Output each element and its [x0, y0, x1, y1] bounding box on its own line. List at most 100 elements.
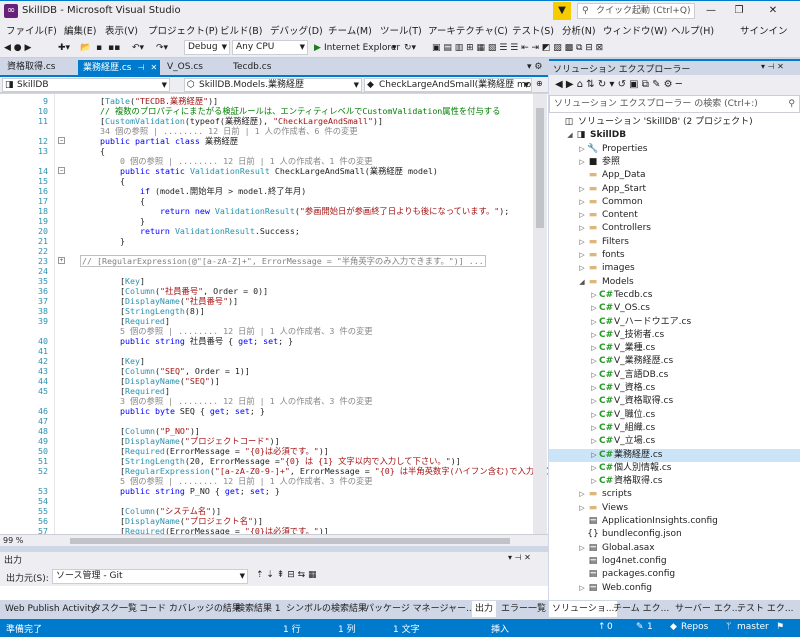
repo-icon[interactable]: ◆	[670, 622, 677, 632]
zoom-level[interactable]: 99 %	[3, 535, 23, 546]
tab-server-explorer[interactable]: サーバー エク...	[672, 601, 743, 617]
tree-node[interactable]: {} bundleconfig.json	[549, 528, 800, 541]
tree-node[interactable]: ▷ ▬ Views	[549, 502, 800, 515]
expand-arrow-icon[interactable]: ▷	[589, 382, 599, 395]
codelens-info[interactable]: 3 個の参照 | ........ 12 日前 | 1 人の作成者、3 件の変更	[80, 396, 373, 406]
codelens-info[interactable]: 5 個の参照 | ........ 12 日前 | 1 人の作成者、3 件の変更	[80, 326, 373, 336]
toolbar-misc-icons[interactable]: ▣ ▤ ▥ ⊞ ▦ ▧ ☰ ☰ ⇤ ⇥ ◩ ▨ ▩ ⧉ ⊟ ⊠	[432, 41, 603, 55]
expand-arrow-icon[interactable]: ▷	[589, 449, 599, 462]
solution-tree[interactable]: ◫ ソリューション 'SkillDB' (2 プロジェクト) ◢ ◨ SkillDB ▷ 🔧…	[549, 113, 800, 600]
maximize-button[interactable]: ❐	[726, 3, 752, 19]
expand-arrow-icon[interactable]: ▷	[589, 289, 599, 302]
undo-icon[interactable]: ↶▾	[132, 41, 144, 55]
expand-arrow-icon[interactable]: ▷	[589, 435, 599, 448]
start-browser-button[interactable]: Internet Explorer	[324, 41, 400, 55]
tab-solution-explorer[interactable]: ソリューショ...	[549, 601, 618, 617]
menu-project[interactable]: プロジェクト(P)	[148, 23, 218, 37]
expand-arrow-icon[interactable]: ▷	[577, 236, 587, 249]
close-button[interactable]: ✕	[760, 3, 786, 19]
output-source-select[interactable]: ソース管理 - Git ▼	[52, 569, 248, 584]
tab-task-list[interactable]: タスク一覧	[89, 601, 140, 617]
status-changes[interactable]: 1	[647, 622, 653, 632]
tab-web-publish[interactable]: Web Publish Activity	[2, 601, 99, 617]
menu-build[interactable]: ビルド(B)	[220, 23, 262, 37]
tree-node[interactable]: ▷ C#V_資格取得.cs	[549, 395, 800, 408]
solution-platform-select[interactable]: Any CPU ▼	[232, 40, 308, 55]
save-icon[interactable]: ▪	[96, 41, 102, 55]
expand-arrow-icon[interactable]: ▷	[589, 422, 599, 435]
expand-arrow-icon[interactable]: ▷	[577, 582, 587, 595]
tab-test-explorer[interactable]: テスト エク...	[734, 601, 796, 617]
menu-team[interactable]: チーム(M)	[328, 23, 372, 37]
code-editor[interactable]: 9 10 11 12 13 14 15 16 17 18 19 20 21 22 23 24 35 36 37 38 3…	[0, 94, 548, 534]
tree-node[interactable]: ▷ C#業務経歴.cs	[549, 448, 800, 462]
expand-arrow-icon[interactable]: ▷	[577, 502, 587, 515]
tab-gyomu-keireki[interactable]: 業務経歴.cs ⊣ ✕	[78, 60, 160, 75]
panel-controls-icon[interactable]: ▾ ⊣ ✕	[761, 62, 784, 71]
scroll-thumb[interactable]	[536, 108, 544, 228]
signin-link[interactable]: サインイン	[740, 23, 788, 37]
expand-arrow-icon[interactable]: ▷	[589, 369, 599, 382]
tree-node[interactable]: ▷ C#V_組織.cs	[549, 422, 800, 435]
notification-icon[interactable]: ⚑	[776, 622, 784, 632]
tree-node[interactable]: ▷ ▬ Content	[549, 209, 800, 222]
tree-node[interactable]: ▷ ▬ App_Start	[549, 183, 800, 196]
solution-explorer-tool-icons[interactable]: ◀ ▶ ⌂ ⇅ ↻ ▾ ↺ ▣ ⧉ ✎ ⚙ ─	[555, 79, 682, 90]
panel-controls-icon[interactable]: ▾ ⊣ ✕	[508, 553, 531, 562]
tree-node[interactable]: ▷ ▤ Web.config	[549, 582, 800, 595]
expand-arrow-icon[interactable]: ▷	[589, 355, 599, 368]
collapse-arrow-icon[interactable]: ◢	[577, 276, 587, 289]
tree-node[interactable]: ▷ C#V_OS.cs	[549, 302, 800, 315]
tree-node[interactable]: ◢ ◨ SkillDB	[549, 129, 800, 142]
tab-find-results[interactable]: 検索結果 1	[233, 601, 284, 617]
tree-node[interactable]: ◢ ▬ Models	[549, 276, 800, 289]
output-tool-icons[interactable]: ⇡ ⇣ ⇞ ⊟ ⇆ ▦	[256, 570, 317, 580]
expand-arrow-icon[interactable]: ▷	[589, 316, 599, 329]
expand-arrow-icon[interactable]: ▷	[577, 196, 587, 209]
tab-tecdb[interactable]: Tecdb.cs	[228, 60, 288, 75]
fold-toggle-icon[interactable]: −	[58, 137, 65, 144]
expand-arrow-icon[interactable]: ▷	[589, 342, 599, 355]
expand-arrow-icon[interactable]: ▷	[589, 302, 599, 315]
tree-node[interactable]: ◫ ソリューション 'SkillDB' (2 プロジェクト)	[549, 116, 800, 129]
tree-node[interactable]: ▷ ▬ fonts	[549, 249, 800, 262]
menu-view[interactable]: 表示(V)	[105, 23, 138, 37]
tree-node[interactable]: ▷ C#個人別情報.cs	[549, 462, 800, 475]
tree-node[interactable]: ▬ App_Data	[549, 169, 800, 182]
codelens-info[interactable]: 5 個の参照 | ........ 12 日前 | 1 人の作成者、3 件の変更	[80, 476, 373, 486]
quick-launch-input[interactable]: ⚲ クイック起動 (Ctrl+Q)	[577, 3, 695, 19]
expand-arrow-icon[interactable]: ▷	[589, 475, 599, 488]
tab-error-list[interactable]: エラー一覧	[498, 601, 549, 617]
tree-node[interactable]: ▷ ▬ Filters	[549, 236, 800, 249]
fold-toggle-icon[interactable]: +	[58, 257, 65, 264]
codelens-info[interactable]: 0 個の参照 | ........ 12 日前 | 1 人の作成者、1 件の変更	[80, 156, 373, 166]
status-repos[interactable]: Repos	[681, 622, 708, 632]
expand-arrow-icon[interactable]: ▷	[577, 183, 587, 196]
browser-dropdown-icon[interactable]: ▾	[392, 41, 397, 55]
menu-architecture[interactable]: アーキテクチャ(C)	[428, 23, 508, 37]
open-file-icon[interactable]: 📂	[80, 41, 91, 55]
codelens-info[interactable]: 34 個の参照 | ........ 12 日前 | 1 人の作成者、6 件の変…	[80, 126, 358, 136]
menu-window[interactable]: ウィンドウ(W)	[603, 23, 667, 37]
solution-search-input[interactable]: ソリューション エクスプローラー の検索 (Ctrl+:) ⚲	[549, 95, 800, 113]
collapse-arrow-icon[interactable]: ◢	[565, 129, 575, 142]
menu-help[interactable]: ヘルプ(H)	[671, 23, 714, 37]
tree-node[interactable]: ▷ ■ 参照	[549, 156, 800, 169]
branch-icon[interactable]: ᛘ	[726, 622, 731, 632]
status-branch[interactable]: master	[737, 622, 769, 632]
tree-node[interactable]: ▷ C#V_立場.cs	[549, 435, 800, 448]
tree-node[interactable]: ▷ C#V_言語DB.cs	[549, 369, 800, 382]
redo-icon[interactable]: ↷▾	[156, 41, 168, 55]
up-arrow-icon[interactable]: ↑	[598, 622, 606, 632]
expand-arrow-icon[interactable]: ▷	[589, 409, 599, 422]
tree-node[interactable]: ▷ C#V_技術者.cs	[549, 329, 800, 342]
tree-node[interactable]: ▷ ▬ Common	[549, 196, 800, 209]
expand-arrow-icon[interactable]: ▷	[577, 262, 587, 275]
tree-node[interactable]: ▷ C#資格取得.cs	[549, 475, 800, 488]
tree-node[interactable]: ▷ C#V_資格.cs	[549, 382, 800, 395]
tab-output[interactable]: 出力	[472, 601, 497, 617]
solution-config-select[interactable]: Debug ▼	[184, 40, 230, 55]
minimize-button[interactable]: —	[698, 3, 724, 19]
tab-v-os[interactable]: V_OS.cs	[162, 60, 222, 75]
expand-arrow-icon[interactable]: ▷	[577, 542, 587, 555]
